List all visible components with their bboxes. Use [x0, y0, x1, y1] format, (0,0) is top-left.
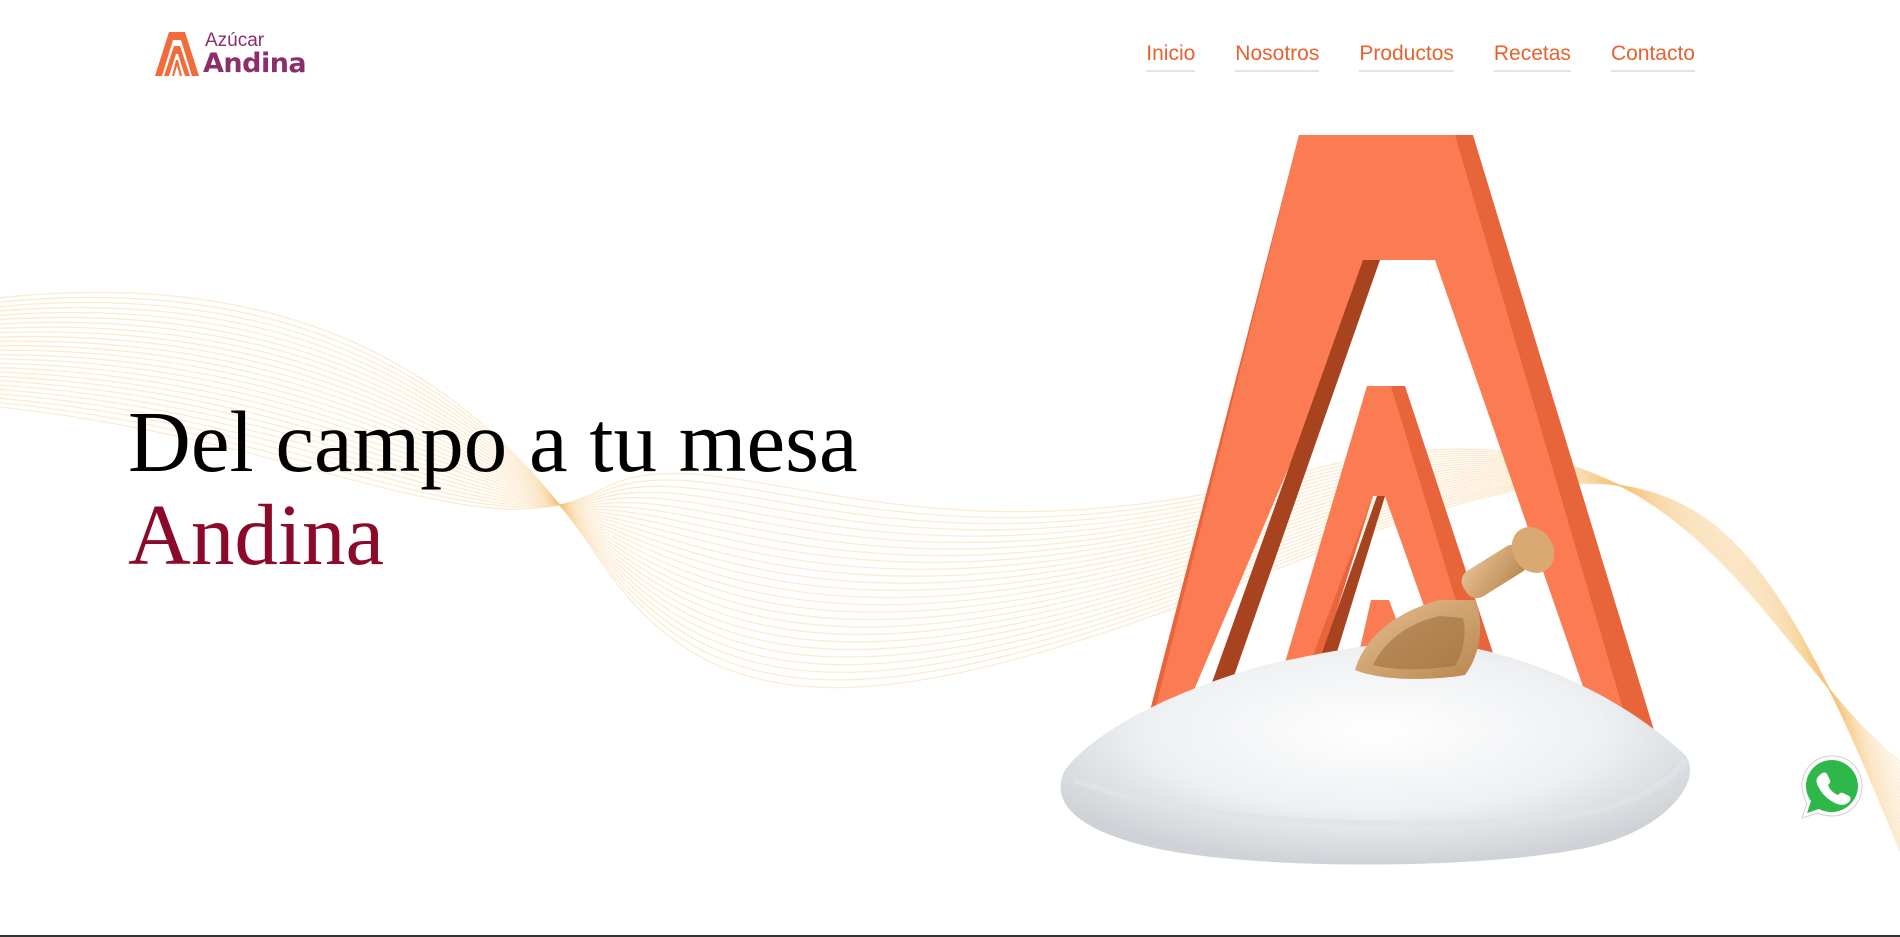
- page: Azúcar Andina Inicio Nosotros Productos …: [0, 0, 1900, 937]
- hero-title: Del campo a tu mesa Andina: [128, 395, 858, 581]
- whatsapp-icon: [1801, 755, 1863, 819]
- nav-item-contacto[interactable]: Contacto: [1610, 42, 1695, 72]
- nav-item-recetas[interactable]: Recetas: [1493, 42, 1571, 72]
- nav-item-nosotros[interactable]: Nosotros: [1235, 42, 1320, 72]
- hero-image-sugar-letter-a: [1060, 135, 1691, 865]
- main-nav: Inicio Nosotros Productos Recetas Contac…: [1146, 42, 1695, 72]
- brand-bottom-text: Andina: [203, 48, 307, 79]
- nav-item-productos[interactable]: Productos: [1359, 42, 1454, 72]
- hero-title-line2: Andina: [128, 486, 385, 583]
- hero-title-line1: Del campo a tu mesa: [128, 393, 858, 490]
- brand-logo[interactable]: Azúcar Andina: [155, 28, 307, 80]
- nav-item-inicio[interactable]: Inicio: [1146, 42, 1196, 72]
- whatsapp-button[interactable]: [1797, 752, 1867, 822]
- brand-a-icon: [155, 32, 199, 76]
